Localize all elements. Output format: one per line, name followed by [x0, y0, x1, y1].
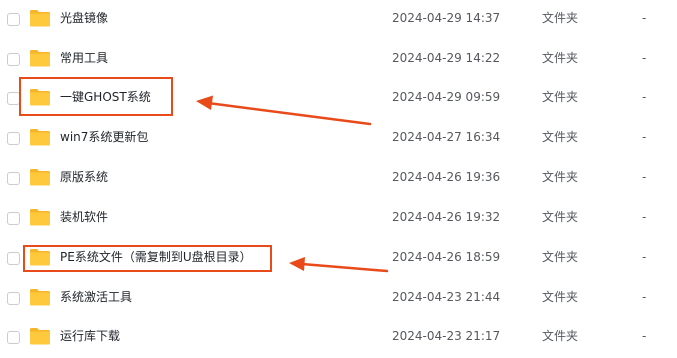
file-row[interactable]: 运行库下载 2024-04-23 21:17 文件夹 - [0, 318, 677, 358]
file-size: - [642, 170, 647, 184]
modified-date: 2024-04-23 21:44 [392, 290, 501, 304]
file-name[interactable]: win7系统更新包 [60, 129, 148, 146]
folder-icon [30, 89, 50, 106]
file-size: - [642, 250, 647, 264]
file-list: 光盘镜像 2024-04-29 14:37 文件夹 - 常用工具 2024-04… [0, 0, 677, 358]
checkbox-icon[interactable] [7, 331, 20, 344]
file-name[interactable]: 一键GHOST系统 [60, 89, 151, 106]
checkbox-icon[interactable] [7, 53, 20, 66]
file-type: 文件夹 [542, 130, 579, 144]
file-type: 文件夹 [542, 51, 579, 65]
modified-date: 2024-04-29 14:37 [392, 11, 501, 25]
file-size: - [642, 51, 647, 65]
file-size: - [642, 290, 647, 304]
checkbox-icon[interactable] [7, 212, 20, 225]
checkbox-icon[interactable] [7, 252, 20, 265]
file-name[interactable]: PE系统文件（需复制到U盘根目录） [60, 249, 252, 266]
file-row[interactable]: 原版系统 2024-04-26 19:36 文件夹 - [0, 159, 677, 199]
file-row[interactable]: 光盘镜像 2024-04-29 14:37 文件夹 - [0, 0, 677, 40]
modified-date: 2024-04-26 19:32 [392, 210, 501, 224]
file-type: 文件夹 [542, 90, 579, 104]
file-type: 文件夹 [542, 210, 579, 224]
folder-icon [30, 249, 50, 266]
modified-date: 2024-04-26 19:36 [392, 170, 501, 184]
folder-icon [30, 289, 50, 306]
file-row[interactable]: 常用工具 2024-04-29 14:22 文件夹 - [0, 40, 677, 80]
folder-icon [30, 209, 50, 226]
folder-icon [30, 169, 50, 186]
checkbox-icon[interactable] [7, 92, 20, 105]
modified-date: 2024-04-29 09:59 [392, 90, 501, 104]
file-name[interactable]: 装机软件 [60, 209, 108, 226]
file-name[interactable]: 运行库下载 [60, 328, 120, 345]
file-name[interactable]: 常用工具 [60, 50, 108, 67]
file-size: - [642, 90, 647, 104]
file-row[interactable]: 装机软件 2024-04-26 19:32 文件夹 - [0, 199, 677, 239]
folder-icon [30, 129, 50, 146]
folder-icon [30, 328, 50, 345]
modified-date: 2024-04-23 21:17 [392, 329, 501, 343]
file-name[interactable]: 系统激活工具 [60, 289, 132, 306]
file-size: - [642, 329, 647, 343]
file-type: 文件夹 [542, 170, 579, 184]
file-type: 文件夹 [542, 250, 579, 264]
file-row[interactable]: 一键GHOST系统 2024-04-29 09:59 文件夹 - [0, 79, 677, 119]
checkbox-icon[interactable] [7, 132, 20, 145]
checkbox-icon[interactable] [7, 13, 20, 26]
checkbox-icon[interactable] [7, 292, 20, 305]
file-type: 文件夹 [542, 329, 579, 343]
checkbox-icon[interactable] [7, 172, 20, 185]
file-row[interactable]: 系统激活工具 2024-04-23 21:44 文件夹 - [0, 279, 677, 319]
file-type: 文件夹 [542, 290, 579, 304]
folder-icon [30, 50, 50, 67]
file-row[interactable]: PE系统文件（需复制到U盘根目录） 2024-04-26 18:59 文件夹 - [0, 239, 677, 279]
modified-date: 2024-04-27 16:34 [392, 130, 501, 144]
file-size: - [642, 210, 647, 224]
file-type: 文件夹 [542, 11, 579, 25]
file-size: - [642, 130, 647, 144]
modified-date: 2024-04-26 18:59 [392, 250, 501, 264]
file-name[interactable]: 光盘镜像 [60, 10, 108, 27]
modified-date: 2024-04-29 14:22 [392, 51, 501, 65]
folder-icon [30, 10, 50, 27]
file-row[interactable]: win7系统更新包 2024-04-27 16:34 文件夹 - [0, 119, 677, 159]
file-size: - [642, 11, 647, 25]
file-name[interactable]: 原版系统 [60, 169, 108, 186]
